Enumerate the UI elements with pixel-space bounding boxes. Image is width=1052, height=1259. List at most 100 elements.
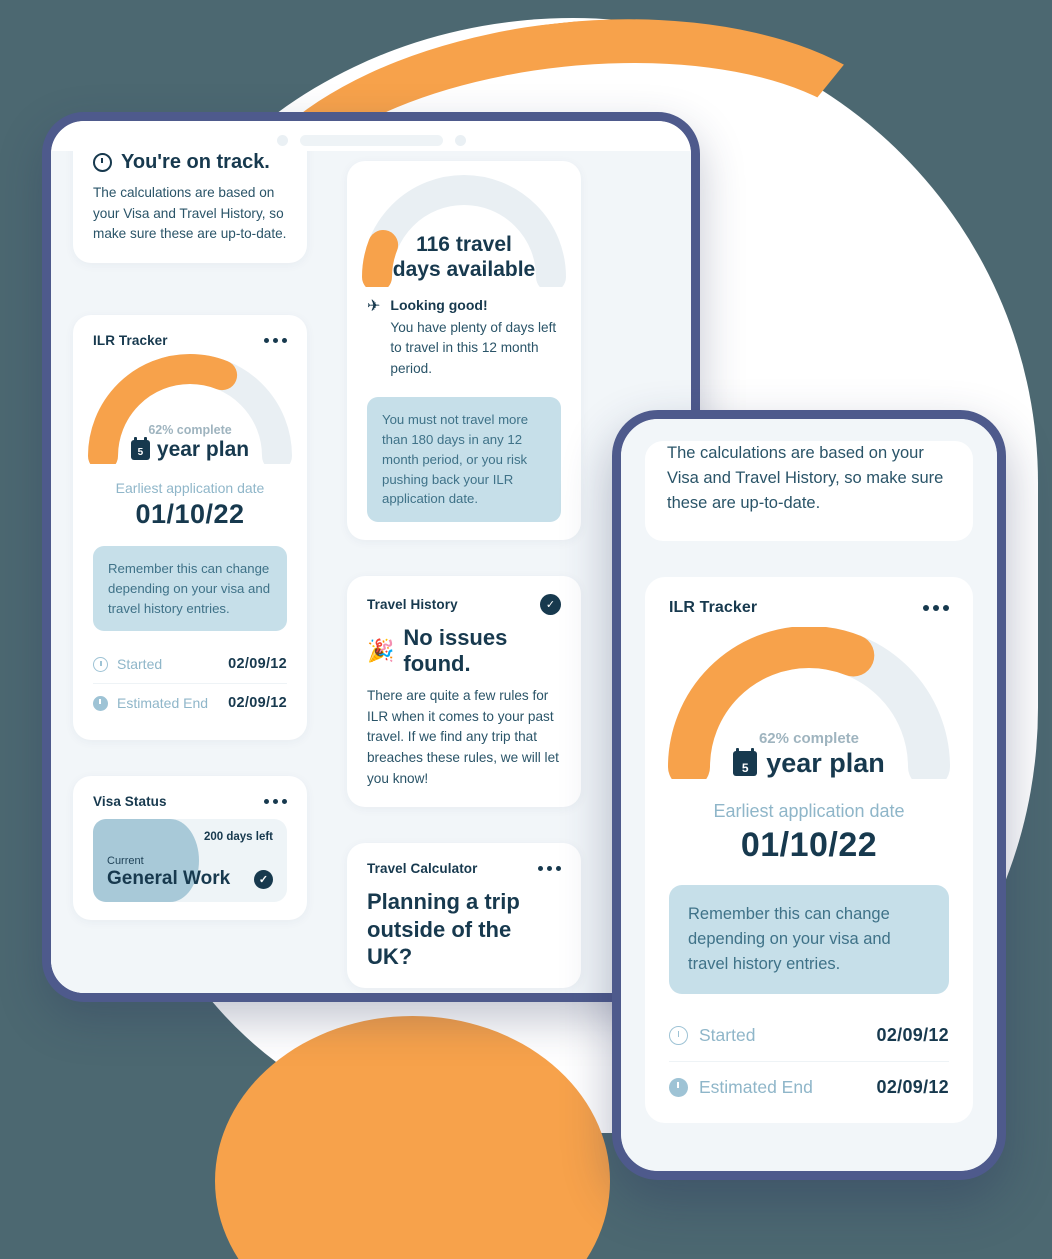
travel-calculator-headline-line2: outside of the UK? [367, 916, 512, 969]
calendar-icon: 5 [733, 748, 758, 777]
visa-status-header: Visa Status [93, 794, 287, 809]
table-row: Started 02/09/12 [93, 645, 287, 683]
more-options-icon[interactable] [923, 605, 949, 612]
travel-days-gauge: 116 travel days available [362, 169, 566, 287]
table-row: Started 02/09/12 [669, 1010, 949, 1061]
ilr-gauge-plan-text: year plan [156, 437, 250, 461]
travel-days-line2: days available [392, 258, 536, 282]
phone-earliest-application: Earliest application date 01/10/22 [669, 801, 949, 865]
tablet-screen: You're on track. The calculations are ba… [51, 121, 691, 993]
sensor-dot-icon [454, 135, 466, 146]
check-circle-icon: ✓ [540, 594, 561, 616]
more-options-icon[interactable] [264, 337, 287, 343]
tablet-device: You're on track. The calculations are ba… [42, 112, 700, 1002]
on-track-card: You're on track. The calculations are ba… [73, 151, 307, 263]
table-row: Estimated End 02/09/12 [669, 1060, 949, 1113]
illustration-stage: You're on track. The calculations are ba… [0, 0, 1052, 1259]
visa-status-card: Visa Status 200 days left Current Genera… [73, 776, 307, 921]
travel-days-line1: 116 travel [416, 232, 512, 256]
phone-ilr-note: Remember this can change depending on yo… [669, 885, 949, 994]
visa-name: General Work [107, 868, 231, 890]
ilr-tracker-header: ILR Tracker [93, 333, 287, 348]
visa-name-row: General Work ✓ [107, 868, 273, 890]
phone-earliest-application-label: Earliest application date [713, 801, 905, 822]
phone-ilr-gauge-plan: 5 year plan [663, 748, 955, 779]
earliest-application: Earliest application date 01/10/22 [93, 480, 287, 530]
visa-days-left: 200 days left [203, 831, 273, 844]
more-options-icon[interactable] [538, 866, 561, 872]
travel-history-headline-text: No issues found. [403, 625, 508, 677]
dashboard-column-right: 116 travel days available ✈ Looking good… [339, 151, 589, 993]
travel-days-note: You must not travel more than 180 days i… [367, 397, 561, 523]
phone-ilr-tracker-card: ILR Tracker 62% complete 5 year plan Ear… [645, 577, 973, 1123]
row-value: 02/09/12 [228, 656, 287, 673]
travel-status-body: You have plenty of days left to travel i… [390, 320, 557, 376]
visa-current-label: Current [107, 855, 144, 868]
phone-ilr-tracker-title: ILR Tracker [669, 599, 758, 617]
travel-history-headline: 🎉 No issues found. [367, 625, 561, 677]
ilr-date-rows: Started 02/09/12 Estimated End 02/09/12 [93, 645, 287, 722]
row-value: 02/09/12 [876, 1076, 949, 1097]
earliest-application-label: Earliest application date [115, 479, 265, 496]
row-label: Started [117, 656, 163, 673]
phone-ilr-tracker-header: ILR Tracker [669, 599, 949, 617]
phone-ilr-date-rows: Started 02/09/12 Estimated End 02/09/12 [669, 1010, 949, 1113]
phone-earliest-application-date: 01/10/22 [740, 826, 878, 865]
phone-device: The calculations are based on your Visa … [612, 410, 1006, 1180]
calculations-card: The calculations are based on your Visa … [645, 441, 973, 542]
clock-icon [93, 153, 112, 172]
travel-status: ✈ Looking good! You have plenty of days … [367, 297, 561, 379]
clock-filled-icon [93, 695, 108, 711]
clock-outline-icon [93, 656, 108, 672]
phone-ilr-gauge-label: 62% complete 5 year plan [663, 730, 955, 779]
on-track-headline-text: You're on track. [121, 151, 270, 173]
travel-calculator-header: Travel Calculator [367, 861, 561, 876]
dashboard-column-left: You're on track. The calculations are ba… [65, 151, 315, 993]
travel-calculator-headline: Planning a trip outside of the UK? [367, 888, 561, 970]
travel-calculator-title: Travel Calculator [367, 861, 478, 877]
calendar-icon: 5 [130, 436, 150, 460]
visa-status-chip[interactable]: 200 days left Current General Work ✓ [93, 819, 287, 903]
phone-screen: The calculations are based on your Visa … [621, 419, 997, 1171]
party-popper-icon: 🎉 [367, 638, 395, 664]
travel-days-card: 116 travel days available ✈ Looking good… [347, 161, 581, 541]
phone-ilr-gauge-plan-text: year plan [766, 748, 885, 779]
earliest-application-date: 01/10/22 [135, 498, 245, 529]
ilr-tracker-title: ILR Tracker [93, 332, 168, 348]
ilr-gauge: 62% complete 5 year plan [88, 352, 292, 464]
ilr-gauge-label: 62% complete 5 year plan [83, 423, 297, 462]
row-value: 02/09/12 [228, 695, 287, 712]
ilr-tracker-card: ILR Tracker 62% complete 5 year plan Ear… [73, 314, 307, 741]
ilr-gauge-percent: 62% complete [148, 422, 232, 437]
more-options-icon[interactable] [264, 799, 287, 805]
row-label: Started [699, 1024, 756, 1045]
phone-ilr-gauge: 62% complete 5 year plan [668, 627, 950, 780]
travel-days-value: 116 travel days available [357, 232, 571, 283]
check-circle-icon: ✓ [254, 869, 273, 889]
ilr-note: Remember this can change depending on yo… [93, 545, 287, 632]
clock-outline-icon [669, 1025, 688, 1045]
tablet-top-bar [51, 135, 691, 146]
clock-filled-icon [669, 1077, 688, 1097]
table-row: Estimated End 02/09/12 [93, 683, 287, 722]
travel-history-title: Travel History [367, 597, 458, 613]
travel-status-title: Looking good! [390, 297, 488, 313]
travel-calculator-card: Travel Calculator Planning a trip outsid… [347, 843, 581, 989]
travel-history-body: There are quite a few rules for ILR when… [367, 688, 559, 786]
camera-dot-icon [276, 135, 288, 146]
on-track-body: The calculations are based on your Visa … [93, 185, 287, 242]
travel-history-card: Travel History ✓ 🎉 No issues found. Ther… [347, 576, 581, 808]
speaker-grille [299, 135, 443, 146]
tablet-dashboard: You're on track. The calculations are ba… [51, 151, 691, 993]
phone-ilr-gauge-percent: 62% complete [758, 730, 860, 748]
row-value: 02/09/12 [876, 1024, 949, 1045]
on-track-headline: You're on track. [93, 151, 287, 174]
row-label: Estimated End [117, 695, 209, 712]
row-label: Estimated End [699, 1076, 813, 1097]
airplane-icon: ✈ [367, 298, 381, 315]
calculations-body: The calculations are based on your Visa … [667, 444, 944, 512]
travel-history-header: Travel History ✓ [367, 594, 561, 616]
visa-status-title: Visa Status [93, 794, 167, 810]
travel-calculator-headline-line1: Planning a trip [367, 889, 520, 915]
ilr-gauge-plan: 5 year plan [83, 436, 297, 462]
